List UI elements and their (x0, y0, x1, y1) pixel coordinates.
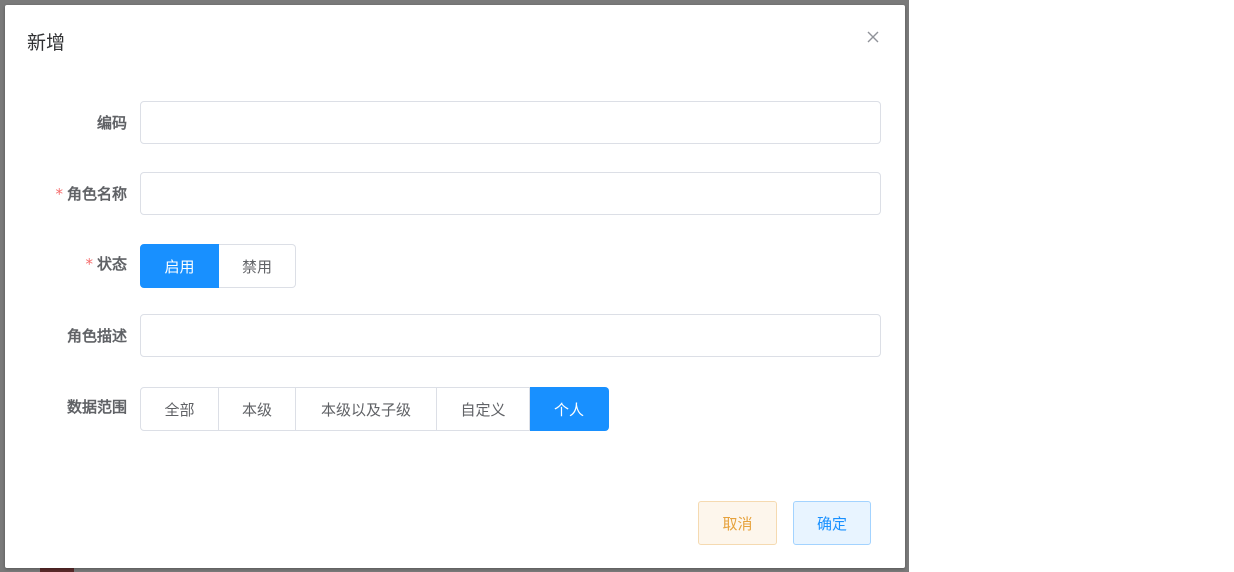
dialog-title: 新增 (27, 32, 66, 54)
status-option-disabled[interactable]: 禁用 (219, 244, 296, 288)
role-desc-label: 角色描述 (66, 327, 127, 345)
required-star: * (85, 255, 93, 273)
code-input[interactable] (140, 101, 881, 144)
data-scope-option-current-and-sub[interactable]: 本级以及子级 (296, 387, 437, 431)
data-scope-option-personal[interactable]: 个人 (530, 387, 609, 431)
status-label: * 状态 (85, 255, 127, 273)
data-scope-label: 数据范围 (66, 398, 127, 416)
confirm-button[interactable]: 确定 (793, 501, 871, 545)
role-desc-input[interactable] (140, 314, 881, 357)
cancel-button[interactable]: 取消 (698, 501, 777, 545)
status-option-enabled[interactable]: 启用 (140, 244, 219, 288)
required-star: * (55, 185, 63, 203)
role-name-label: * 角色名称 (55, 185, 127, 203)
close-icon[interactable] (865, 29, 881, 45)
status-radio-group: 启用 禁用 (140, 244, 296, 288)
role-name-input[interactable] (140, 172, 881, 215)
code-label: 编码 (96, 114, 127, 132)
data-scope-radio-group: 全部 本级 本级以及子级 自定义 个人 (140, 387, 609, 431)
data-scope-option-current-level[interactable]: 本级 (219, 387, 296, 431)
data-scope-option-all[interactable]: 全部 (140, 387, 219, 431)
add-role-dialog: 新增 编码 * 角色名称 * 状态 启用 禁用 角色描述 数据范围 全部 本级 … (5, 5, 905, 568)
data-scope-option-custom[interactable]: 自定义 (437, 387, 530, 431)
